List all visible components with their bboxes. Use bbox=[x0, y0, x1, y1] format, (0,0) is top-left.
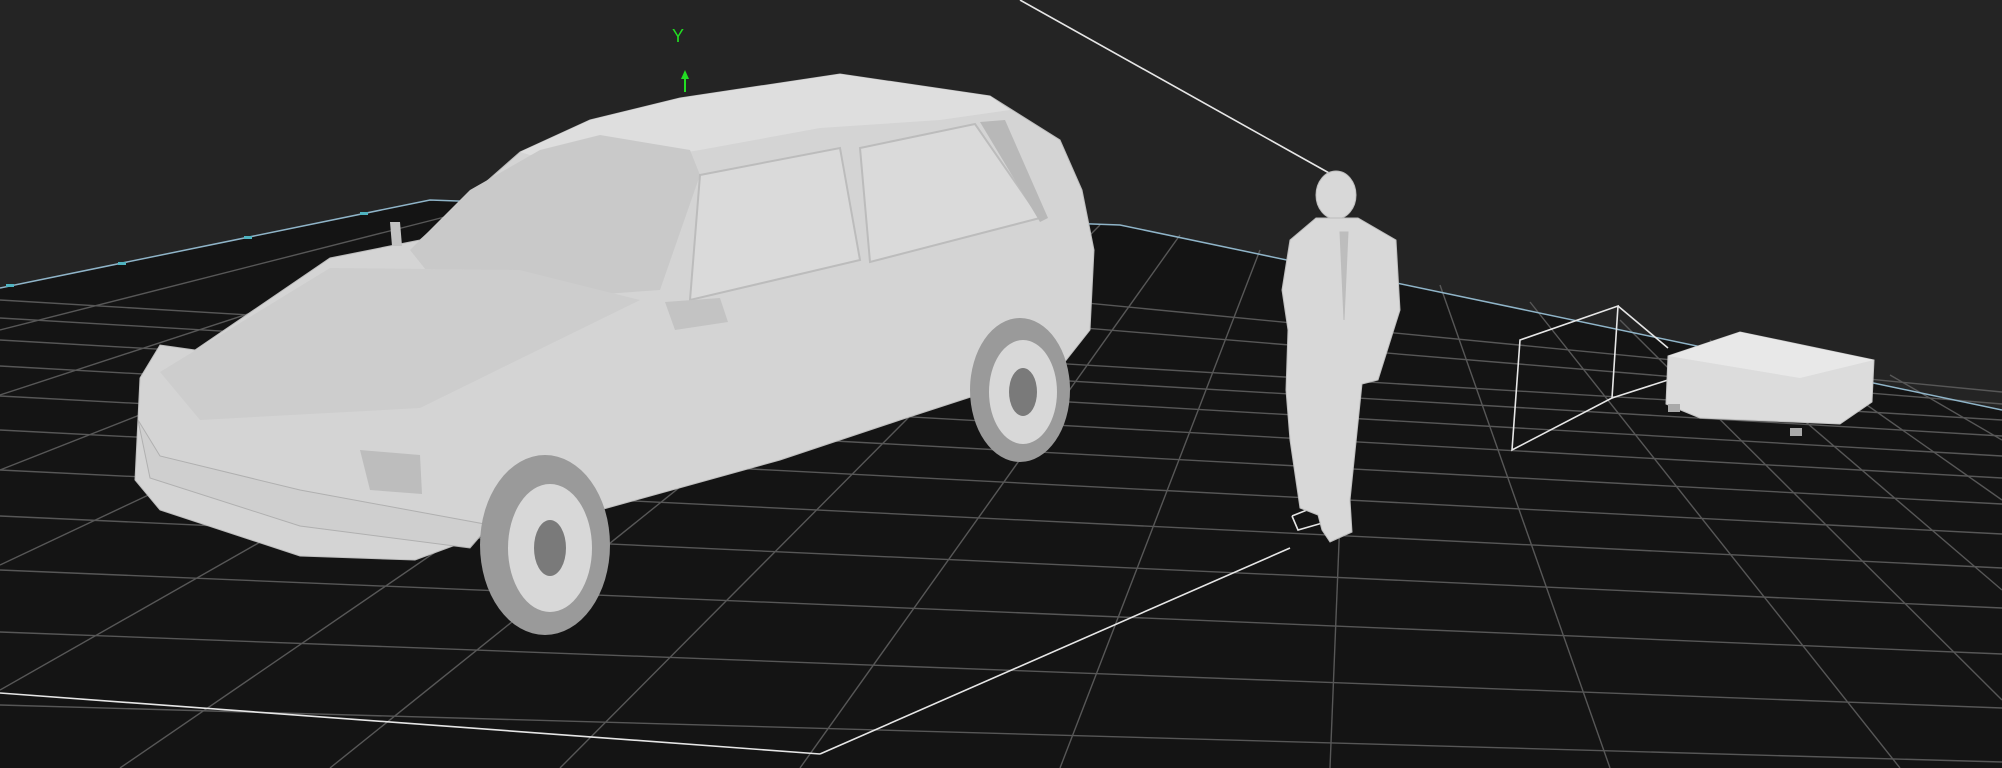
scene-canvas[interactable]: Y bbox=[0, 0, 2002, 768]
y-axis-arrow-icon bbox=[681, 70, 689, 79]
3d-viewport[interactable]: Y bbox=[0, 0, 2002, 768]
y-axis-gizmo[interactable]: Y bbox=[672, 26, 689, 92]
y-axis-label: Y bbox=[672, 26, 684, 46]
